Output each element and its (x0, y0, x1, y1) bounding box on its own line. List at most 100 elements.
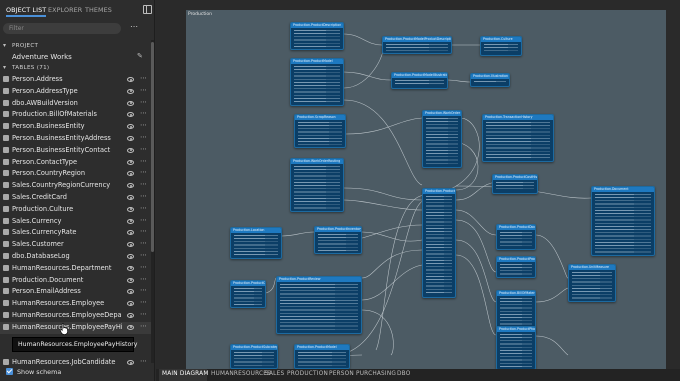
table-list-item[interactable]: HumanResources.EmployeePayHi... ⋯ (0, 321, 152, 334)
row-more-icon[interactable]: ⋯ (140, 275, 147, 283)
entity-box[interactable]: Production.ScrapReason (294, 114, 346, 148)
row-more-icon[interactable]: ⋯ (140, 298, 147, 306)
row-more-icon[interactable]: ⋯ (140, 204, 147, 212)
tab-main-diagram[interactable]: MAIN DIAGRAM (162, 371, 209, 377)
row-more-icon[interactable]: ⋯ (140, 86, 147, 94)
row-more-icon[interactable]: ⋯ (140, 168, 147, 176)
visibility-eye-icon[interactable] (127, 218, 134, 224)
visibility-eye-icon[interactable] (127, 265, 134, 271)
row-more-icon[interactable]: ⋯ (140, 98, 147, 106)
table-list-item[interactable]: HumanResources.EmployeeDepar... ⋯ (0, 310, 152, 322)
show-schema-checkbox[interactable] (6, 368, 13, 375)
sidebar-scrollbar[interactable] (151, 40, 154, 363)
entity-box[interactable]: Production.ProductInventory (314, 226, 362, 254)
row-more-icon[interactable]: ⋯ (140, 310, 147, 318)
diagram-canvas[interactable]: Production Production.ProductDescription… (156, 0, 680, 370)
entity-box[interactable]: Production.TransactionHistory (482, 114, 554, 162)
visibility-eye-icon[interactable] (127, 183, 134, 189)
tab-production[interactable]: PRODUCTION (287, 371, 328, 377)
entity-box[interactable]: Production.ProductDocument (496, 224, 536, 250)
visibility-eye-icon[interactable] (127, 289, 134, 295)
visibility-eye-icon[interactable] (127, 136, 134, 141)
entity-box[interactable]: Production.Culture (480, 36, 522, 56)
tables-section[interactable]: ▾ TABLES (71) (0, 64, 152, 74)
table-list-item[interactable]: Production.Culture ⋯ (0, 204, 152, 216)
table-list-item[interactable]: Sales.Customer ⋯ (0, 239, 152, 251)
row-more-icon[interactable]: ⋯ (140, 286, 147, 294)
entity-box[interactable]: Production.ProductModelProductDescriptio… (382, 36, 452, 54)
table-list-item[interactable]: Production.BillOfMaterials ⋯ (0, 109, 152, 121)
tab-explorer[interactable]: EXPLORER (48, 6, 82, 14)
table-list-item[interactable]: Person.Address ⋯ (0, 74, 152, 86)
table-list-item[interactable]: Person.EmailAddress ⋯ (0, 286, 152, 298)
project-name[interactable]: Adventure Works (12, 53, 72, 61)
row-more-icon[interactable]: ⋯ (140, 263, 147, 271)
visibility-eye-icon[interactable] (127, 313, 134, 318)
entity-box[interactable]: Production.WorkOrder (422, 110, 462, 168)
table-list-item[interactable]: Person.CountryRegion ⋯ (0, 168, 152, 180)
entity-box[interactable]: Production.ProductDescription (290, 22, 344, 50)
table-list-item[interactable]: Sales.CountryRegionCurrency ⋯ (0, 180, 152, 192)
row-more-icon[interactable]: ⋯ (140, 180, 147, 188)
table-list-item[interactable]: Production.Document ⋯ (0, 275, 152, 287)
entity-box[interactable]: Production.ProductReview (276, 276, 362, 334)
visibility-eye-icon[interactable] (127, 159, 134, 165)
entity-box[interactable]: Production.ProductModelIllustration (391, 72, 448, 89)
chevron-down-icon[interactable]: ▾ (3, 64, 6, 71)
row-more-icon[interactable]: ⋯ (140, 74, 147, 82)
entity-box[interactable]: Production.ProductCategory (230, 280, 266, 308)
tab-dbo[interactable]: DBO (397, 371, 411, 377)
row-more-icon[interactable]: ⋯ (140, 216, 147, 224)
entity-box[interactable]: Production.Illustration (470, 73, 510, 87)
table-list-item[interactable]: Person.BusinessEntityContact ⋯ (0, 145, 152, 157)
table-list-item[interactable]: Sales.CreditCard ⋯ (0, 192, 152, 204)
tab-person[interactable]: PERSON (329, 371, 354, 377)
table-list-item[interactable]: Person.BusinessEntity ⋯ (0, 121, 152, 133)
tab-sales[interactable]: SALES (265, 371, 284, 377)
visibility-eye-icon[interactable] (127, 230, 134, 236)
visibility-eye-icon[interactable] (127, 100, 134, 106)
table-list-item[interactable]: Person.AddressType ⋯ (0, 86, 152, 98)
visibility-eye-icon[interactable] (127, 147, 134, 153)
entity-box[interactable]: Production.ProductCostHistory (492, 174, 538, 194)
row-more-icon[interactable]: ⋯ (140, 157, 147, 165)
table-list-item[interactable]: dbo.DatabaseLog ⋯ (0, 251, 152, 263)
show-schema-label[interactable]: Show schema (17, 368, 61, 376)
row-more-icon[interactable]: ⋯ (140, 121, 147, 129)
filter-input[interactable] (9, 24, 114, 33)
visibility-eye-icon[interactable] (127, 242, 134, 248)
entity-box[interactable]: Production.Location (230, 227, 282, 259)
visibility-eye-icon[interactable] (127, 324, 134, 330)
filter-box[interactable] (3, 23, 121, 34)
visibility-eye-icon[interactable] (127, 195, 134, 200)
production-diagram[interactable]: Production Production.ProductDescription… (186, 10, 666, 370)
visibility-eye-icon[interactable] (127, 301, 134, 307)
table-list-item[interactable]: Sales.Currency ⋯ (0, 216, 152, 228)
row-more-icon[interactable]: ⋯ (140, 239, 147, 247)
entity-box[interactable]: Production.Document (591, 186, 655, 256)
visibility-eye-icon[interactable] (127, 171, 134, 177)
tab-purchasing[interactable]: PURCHASING (356, 371, 396, 377)
more-options-icon[interactable]: ⋯ (128, 23, 140, 34)
entity-box[interactable]: Production.WorkOrderRouting (290, 158, 344, 212)
row-more-icon[interactable]: ⋯ (140, 227, 147, 235)
visibility-eye-icon[interactable] (127, 124, 134, 130)
table-list-item[interactable]: Sales.CurrencyRate ⋯ (0, 227, 152, 239)
row-more-icon[interactable]: ⋯ (140, 109, 147, 117)
visibility-eye-icon[interactable] (127, 112, 134, 118)
edit-pencil-icon[interactable]: ✎ (137, 52, 143, 60)
sidebar-scroll-thumb[interactable] (151, 42, 154, 252)
entity-box[interactable]: Production.ProductModel (290, 58, 344, 106)
entity-box[interactable]: Production.ProductSubcategory (230, 344, 278, 369)
row-more-icon[interactable]: ⋯ (140, 322, 147, 330)
row-more-icon[interactable]: ⋯ (140, 192, 147, 200)
visibility-eye-icon[interactable] (127, 277, 134, 283)
visibility-eye-icon[interactable] (127, 360, 134, 366)
visibility-eye-icon[interactable] (127, 77, 134, 82)
table-list-item[interactable]: HumanResources.Employee ⋯ (0, 298, 152, 310)
row-more-icon[interactable]: ⋯ (140, 145, 147, 153)
tab-humanresources[interactable]: HUMANRESOURCES (211, 371, 271, 377)
visibility-eye-icon[interactable] (127, 206, 134, 212)
table-list-item[interactable]: HumanResources.Department ⋯ (0, 263, 152, 275)
entity-box[interactable]: Production.ProductProductPhoto (496, 256, 536, 278)
